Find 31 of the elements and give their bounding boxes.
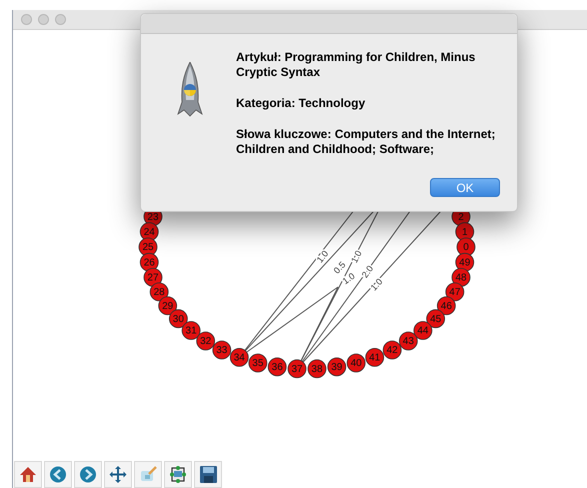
toolbar-button[interactable] (164, 461, 192, 488)
graph-node: 38 (308, 359, 326, 378)
graph-node: 30 (168, 309, 188, 328)
edge-weight-label: 1.0 (314, 248, 330, 265)
zoom-rectangle-icon (138, 465, 158, 484)
graph-node: 34 (230, 348, 249, 367)
rocket-icon (177, 62, 203, 118)
move-icon (108, 465, 128, 484)
graph-node: 40 (346, 354, 366, 372)
graph-node: 33 (212, 340, 232, 360)
graph-node: 42 (382, 340, 402, 360)
dialog-message: Słowa kluczowe: Computers and the Internet; Children and Childhood; Software; (236, 127, 496, 157)
graph-node: 36 (268, 357, 287, 376)
graph-node: 43 (398, 332, 418, 350)
toolbar-button[interactable] (194, 461, 222, 488)
graph-node: 35 (248, 354, 268, 372)
graph-node: 41 (365, 348, 384, 367)
graph-node: 39 (327, 357, 346, 376)
graph-node: 32 (196, 332, 216, 350)
edge-weight-label: 1.0 (349, 248, 364, 265)
toolbar-button[interactable] (104, 461, 132, 488)
graph-node: 37 (288, 359, 306, 378)
graph-node: 44 (414, 321, 432, 340)
dialog-message: Kategoria: Technology (236, 96, 366, 111)
graph-node: 31 (182, 321, 200, 340)
save-icon (198, 465, 218, 484)
dialog-message: Artykuł: Programming for Children, Minus Cryptic Syntax (236, 50, 476, 80)
ok-button[interactable]: OK (430, 178, 500, 197)
home-icon (18, 465, 38, 484)
configure-subplots-icon (168, 465, 188, 484)
toolbar-button[interactable] (14, 461, 42, 488)
